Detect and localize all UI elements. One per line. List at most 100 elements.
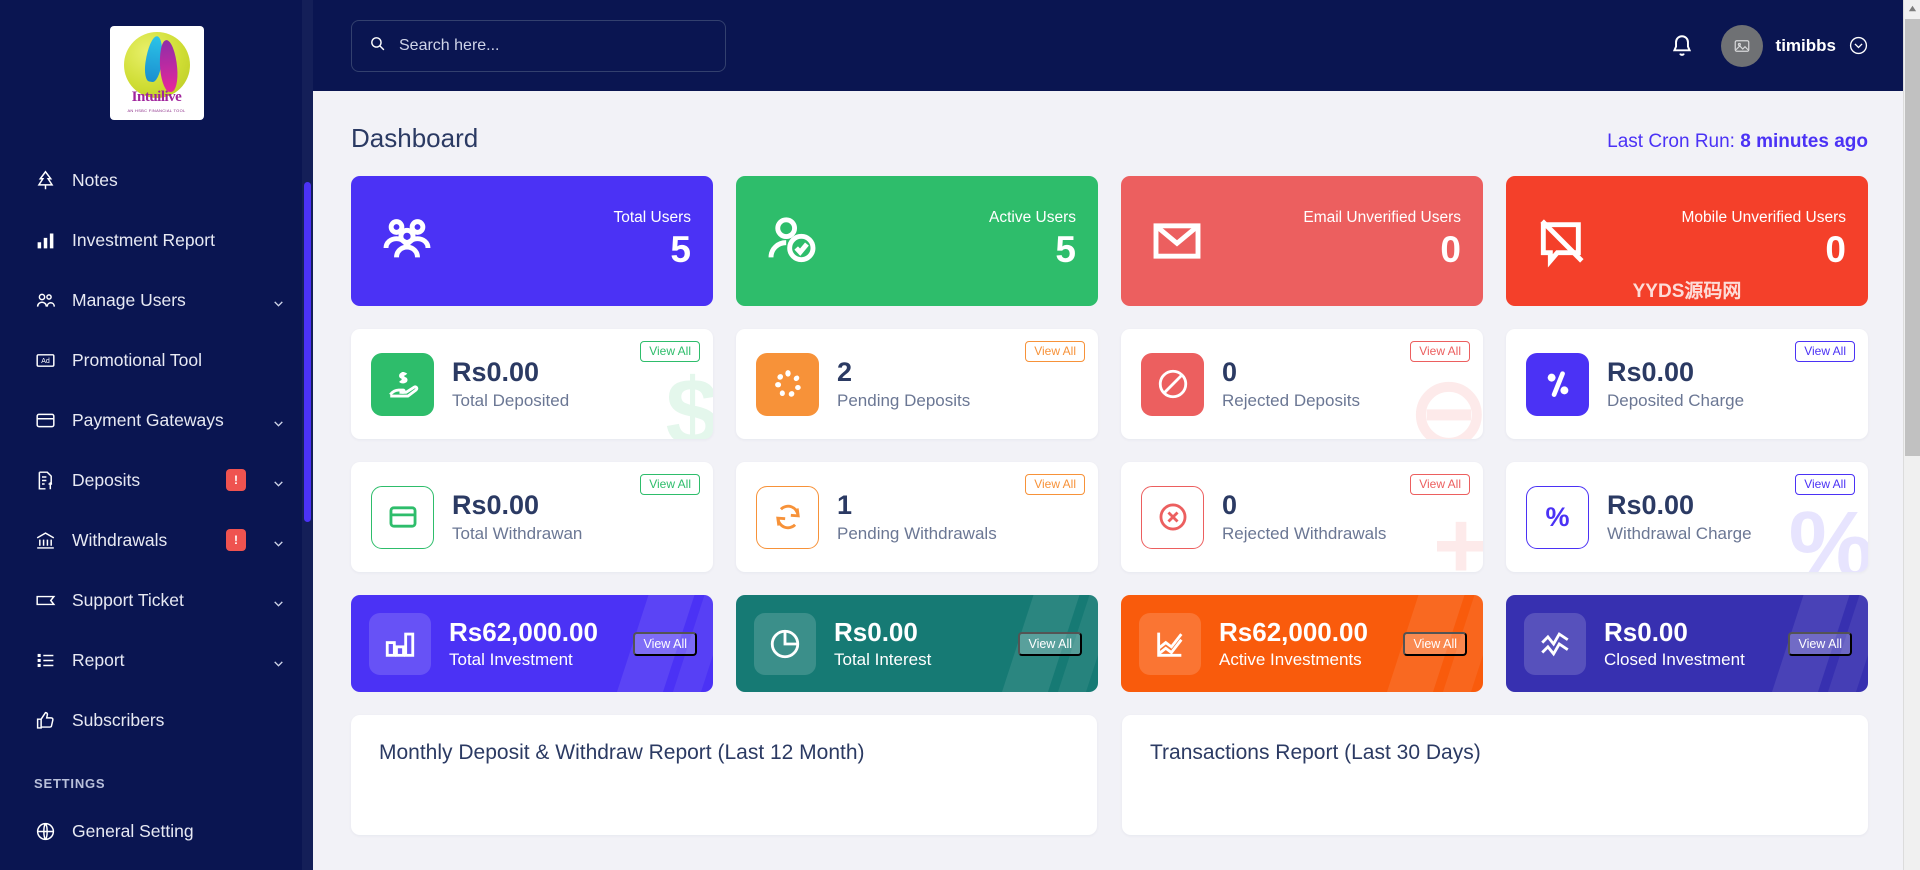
chevron-down-icon xyxy=(272,594,285,607)
sidebar-item-promotional-tool[interactable]: Ad Promotional Tool xyxy=(0,330,313,390)
main-area: timibbs Dashboard Last Cron Run: 8 minut… xyxy=(313,0,1920,870)
sidebar-item-notes[interactable]: Notes xyxy=(0,150,313,210)
sidebar-item-subscribers[interactable]: Subscribers xyxy=(0,690,313,750)
card-closed-investment[interactable]: Rs0.00 Closed Investment View All xyxy=(1506,595,1868,692)
watermark: YYDS源码网 xyxy=(1632,281,1742,302)
sidebar-item-deposits[interactable]: Deposits ! xyxy=(0,450,313,510)
card-total-investment[interactable]: Rs62,000.00 Total Investment View All xyxy=(351,595,713,692)
sidebar-nav: Notes Investment Report Manage Users Ad … xyxy=(0,150,313,861)
logo-wordmark: Intuilive xyxy=(131,89,182,105)
profile-menu[interactable]: timibbs xyxy=(1720,24,1868,67)
content: Dashboard Last Cron Run: 8 minutes ago T… xyxy=(313,91,1920,835)
card-pending-withdrawals[interactable]: View All 1 Pending Withdrawals xyxy=(736,462,1098,572)
view-all-button[interactable]: View All xyxy=(1795,474,1855,495)
view-all-button[interactable]: View All xyxy=(640,341,700,362)
card-label: Closed Investment xyxy=(1604,649,1745,669)
card-label: Rejected Withdrawals xyxy=(1222,523,1387,543)
card-label: Total Users xyxy=(613,208,691,226)
globe-icon xyxy=(34,820,56,842)
ad-icon: Ad xyxy=(34,349,56,371)
view-all-button[interactable]: View All xyxy=(1018,631,1082,656)
card-value: Rs62,000.00 xyxy=(1219,617,1368,648)
card-active-investments[interactable]: Rs62,000.00 Active Investments View All xyxy=(1121,595,1483,692)
dashboard-app: Intuilive AN HSBC FINANCIAL TOOL Notes I… xyxy=(0,0,1920,870)
card-text: 0 Rejected Deposits xyxy=(1222,357,1360,410)
view-all-button[interactable]: View All xyxy=(1410,341,1470,362)
report-panels: Monthly Deposit & Withdraw Report (Last … xyxy=(351,715,1868,835)
bars-icon xyxy=(369,612,431,675)
card-deposited-charge[interactable]: View All Rs0.00 Deposited Charge xyxy=(1506,329,1868,439)
view-all-button[interactable]: View All xyxy=(1410,474,1470,495)
card-text: 1 Pending Withdrawals xyxy=(837,490,997,543)
scroll-up-arrow-icon[interactable] xyxy=(1904,0,1920,17)
sidebar-item-label: Promotional Tool xyxy=(72,349,203,370)
list-icon xyxy=(34,649,56,671)
card-label: Total Withdrawan xyxy=(452,523,583,543)
page-scrollbar[interactable] xyxy=(1903,0,1920,870)
card-value: 5 xyxy=(1055,228,1076,270)
card-withdrawal-charge[interactable]: View All % Rs0.00 Withdrawal Charge % xyxy=(1506,462,1868,572)
chevron-down-icon xyxy=(272,474,285,487)
card-total-deposited[interactable]: View All Rs0.00 Total Deposited $ xyxy=(351,329,713,439)
logo[interactable]: Intuilive AN HSBC FINANCIAL TOOL xyxy=(0,0,313,150)
card-icon xyxy=(371,485,434,549)
card-mobile-unverified-users[interactable]: Mobile Unverified Users 0 YYDS源码网 xyxy=(1506,176,1868,306)
sidebar-item-support-ticket[interactable]: Support Ticket xyxy=(0,570,313,630)
sidebar-item-manage-users[interactable]: Manage Users xyxy=(0,270,313,330)
card-label: Deposited Charge xyxy=(1607,390,1745,410)
search-box[interactable] xyxy=(351,19,726,72)
sidebar-item-report[interactable]: Report xyxy=(0,630,313,690)
sidebar-item-payment-gateways[interactable]: Payment Gateways xyxy=(0,390,313,450)
card-label: Rejected Deposits xyxy=(1222,390,1360,410)
view-all-button[interactable]: View All xyxy=(1403,631,1467,656)
sidebar-section-settings: SETTINGS xyxy=(34,776,106,791)
view-all-button[interactable]: View All xyxy=(640,474,700,495)
card-text: Rs0.00 Total Interest xyxy=(834,617,931,669)
status-badge: ! xyxy=(226,469,246,491)
ghost-watermark: ⊖ xyxy=(1408,359,1483,440)
last-cron-run: Last Cron Run: 8 minutes ago xyxy=(1607,131,1868,153)
view-all-button[interactable]: View All xyxy=(633,631,697,656)
card-value: Rs0.00 xyxy=(1607,490,1695,521)
card-total-users[interactable]: Total Users 5 xyxy=(351,176,713,306)
hand-dollar-icon xyxy=(371,352,434,416)
card-email-unverified-users[interactable]: Email Unverified Users 0 xyxy=(1121,176,1483,306)
chevron-down-icon xyxy=(272,654,285,667)
card-rejected-withdrawals[interactable]: View All 0 Rejected Withdrawals + xyxy=(1121,462,1483,572)
cron-value: 8 minutes ago xyxy=(1740,131,1868,152)
envelope-icon xyxy=(1143,211,1211,271)
logo-tagline: AN HSBC FINANCIAL TOOL xyxy=(127,108,186,113)
sidebar-item-withdrawals[interactable]: Withdrawals ! xyxy=(0,510,313,570)
card-value: Rs0.00 xyxy=(452,490,540,521)
sidebar-item-label: Report xyxy=(72,649,125,670)
zigzag-icon xyxy=(1524,612,1586,675)
username-label: timibbs xyxy=(1775,35,1836,55)
page-scrollbar-thumb[interactable] xyxy=(1905,19,1920,456)
ghost-watermark: $ xyxy=(665,359,713,440)
sidebar-item-investment-report[interactable]: Investment Report xyxy=(0,210,313,270)
page-title: Dashboard xyxy=(351,123,479,153)
view-all-button[interactable]: View All xyxy=(1025,474,1085,495)
view-all-button[interactable]: View All xyxy=(1025,341,1085,362)
card-rejected-deposits[interactable]: View All 0 Rejected Deposits ⊖ xyxy=(1121,329,1483,439)
card-pending-deposits[interactable]: View All 2 Pending Deposits xyxy=(736,329,1098,439)
card-active-users[interactable]: Active Users 5 xyxy=(736,176,1098,306)
search-input[interactable] xyxy=(399,36,708,55)
ghost-watermark: + xyxy=(1432,492,1483,573)
card-total-interest[interactable]: Rs0.00 Total Interest View All xyxy=(736,595,1098,692)
view-all-button[interactable]: View All xyxy=(1795,341,1855,362)
view-all-button[interactable]: View All xyxy=(1788,631,1852,656)
card-value: 0 xyxy=(1440,228,1461,270)
chevron-down-icon xyxy=(272,294,285,307)
topbar-right: timibbs xyxy=(1669,24,1868,67)
sidebar-item-label: Investment Report xyxy=(72,229,215,250)
card-text: Mobile Unverified Users 0 xyxy=(1681,209,1846,273)
card-total-withdrawan[interactable]: View All Rs0.00 Total Withdrawan xyxy=(351,462,713,572)
sidebar-item-label: Subscribers xyxy=(72,709,165,730)
chevron-down-circle-icon[interactable] xyxy=(1849,36,1868,55)
card-label: Pending Deposits xyxy=(837,390,971,410)
users-icon xyxy=(34,289,56,311)
spinner-icon xyxy=(756,352,819,416)
bell-icon[interactable] xyxy=(1669,32,1695,60)
sidebar-item-general-setting[interactable]: General Setting xyxy=(0,801,313,861)
